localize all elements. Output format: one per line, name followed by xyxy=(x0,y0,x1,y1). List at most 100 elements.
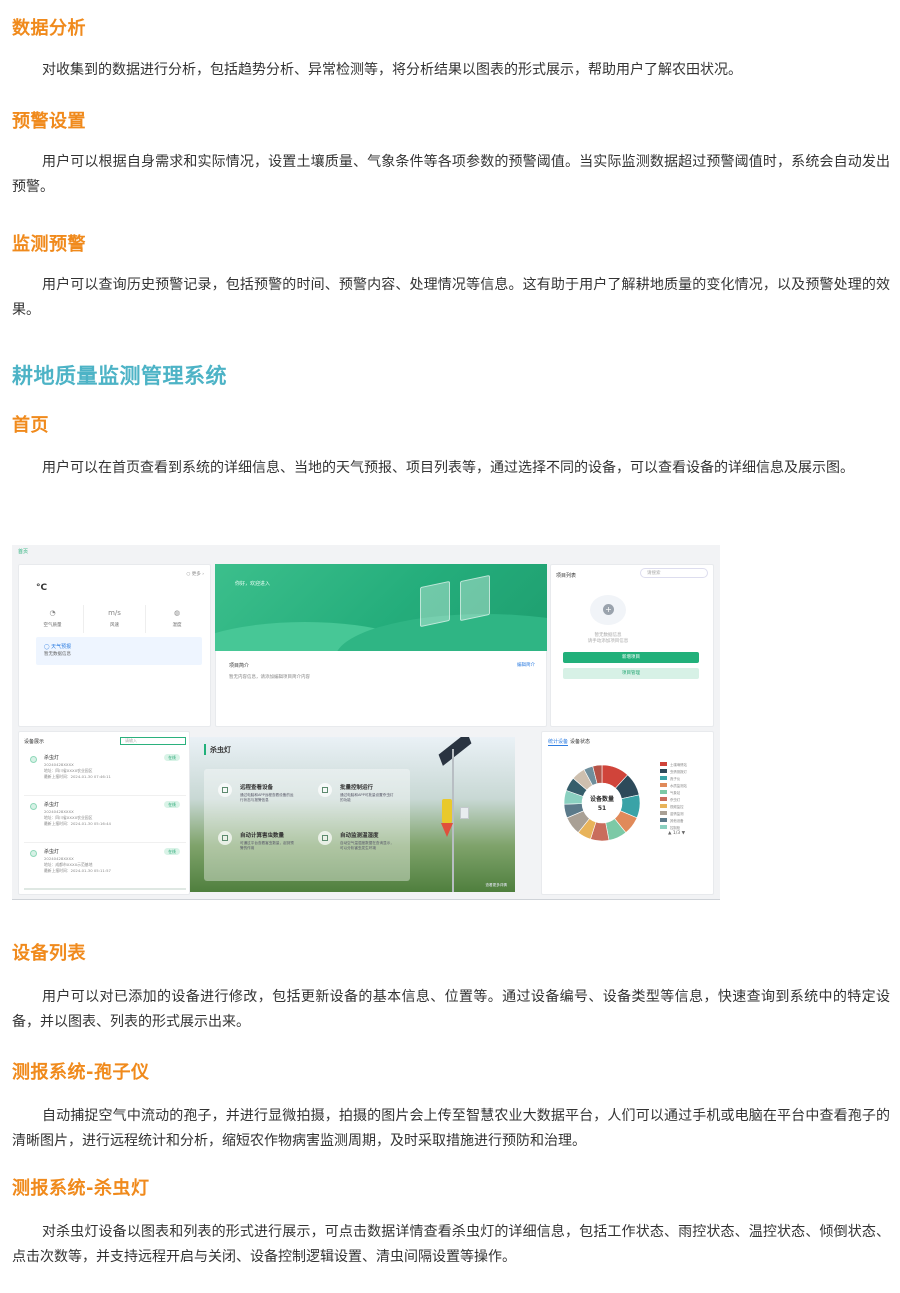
weather-temperature: °C xyxy=(36,583,48,593)
legend-swatch xyxy=(660,776,667,780)
legend-label: 其他设备 xyxy=(670,818,684,823)
thermometer-icon xyxy=(318,831,332,845)
lamp-body-illustration xyxy=(442,799,452,823)
section-text-spore-system: 自动捕捉空气中流动的孢子，并进行显微拍摄，拍摄的图片会上传至智慧农业大数据平台，… xyxy=(12,1108,890,1149)
section-heading-data-analysis: 数据分析 xyxy=(12,18,86,39)
dashboard-screenshot: 首页 °C ○ 更多 › ◔ 空气质量 m/s 风速 ◍ 湿度 ◯ 天气预报 暂… xyxy=(12,545,720,900)
project-intro-heading: 项目简介 xyxy=(229,663,250,669)
legend-swatch xyxy=(660,825,667,829)
section-text-insect-lamp: 对杀虫灯设备以图表和列表的形式进行展示，可点击数据详情查看杀虫灯的详细信息，包括… xyxy=(12,1224,890,1265)
project-intro-edit-link[interactable]: 编辑简介 xyxy=(517,662,535,668)
wind-icon: m/s xyxy=(108,609,121,617)
weather-wind: m/s 风速 xyxy=(84,605,146,633)
tab-device-status[interactable]: 设备状态 xyxy=(570,738,590,745)
section-text-home: 用户可以在首页查看到系统的详细信息、当地的天气预报、项目列表等，通过选择不同的设… xyxy=(42,460,854,476)
lamp-pole-illustration xyxy=(452,749,454,892)
section-text-device-list: 用户可以对已添加的设备进行修改，包括更新设备的基本信息、位置等。通过设备编号、设… xyxy=(12,989,890,1030)
title-accent-bar xyxy=(204,744,206,755)
section-text-alert-settings: 用户可以根据自身需求和实际情况，设置土壤质量、气象条件等各项参数的预警阈值。当实… xyxy=(12,154,890,195)
device-list-item[interactable]: 杀虫灯 20240428XXXX 地址：四川省XXXX农业园区 最新上报时间：2… xyxy=(24,750,186,796)
wind-label: 风速 xyxy=(110,623,119,628)
device-search-input[interactable]: 请输入 xyxy=(120,737,186,745)
solar-panel-illustration xyxy=(438,737,472,766)
list-icon xyxy=(318,783,332,797)
document-illustration-icon xyxy=(460,574,490,622)
legend-swatch xyxy=(660,797,667,801)
legend-label: 控制柜 xyxy=(670,825,681,830)
legend-swatch xyxy=(660,762,667,766)
feature-title: 远程查看设备 xyxy=(240,785,274,791)
section-heading-home: 首页 xyxy=(12,415,49,436)
section-heading-monitoring-alert: 监测预警 xyxy=(12,234,86,255)
device-online-badge: 在线 xyxy=(164,848,180,855)
section-text-monitoring-alert: 用户可以查询历史预警记录，包括预警的时间、预警内容、处理情况等信息。这有助于用户… xyxy=(12,277,890,318)
section-text-data-analysis: 对收集到的数据进行分析，包括趋势分析、异常检测等，将分析结果以图表的形式展示，帮… xyxy=(42,62,742,78)
project-list-title: 项目列表 xyxy=(556,573,577,579)
air-quality-icon: ◔ xyxy=(49,609,56,617)
legend-swatch xyxy=(660,783,667,787)
legend-swatch xyxy=(660,818,667,822)
legend-swatch xyxy=(660,790,667,794)
section-heading-alert-settings: 预警设置 xyxy=(12,111,86,132)
legend-label: 土壤墒情站 xyxy=(670,762,687,767)
device-report-time: 最新上报时间：2024-01-30 05:16:44 xyxy=(44,821,111,826)
weather-air-quality: ◔ 空气质量 xyxy=(22,605,84,633)
section-heading-spore-system: 测报系统-孢子仪 xyxy=(12,1062,150,1083)
document-illustration-icon xyxy=(420,580,450,628)
control-box-illustration xyxy=(460,807,469,819)
feature-title: 自动监测温湿度 xyxy=(340,833,379,839)
device-report-time: 最新上报时间：2024-01-30 05:11:57 xyxy=(44,868,111,873)
insect-lamp-showcase: 杀虫灯 远程查看设备 通过电脑和APP远程查看设备的运行状态与报警信息 批量控制… xyxy=(190,737,515,892)
legend-pager[interactable]: ▲ 1/3 ▼ xyxy=(668,831,685,836)
feature-desc: 可通过平台查看害虫数量，起到预警的作用 xyxy=(240,841,294,850)
counter-icon xyxy=(218,831,232,845)
device-id: 20240428XXXX xyxy=(44,809,74,814)
legend-label: 孢子仪 xyxy=(670,776,681,781)
feature-panel: 远程查看设备 通过电脑和APP远程查看设备的运行状态与报警信息 批量控制运行 通… xyxy=(204,769,410,881)
legend-label: 视频监控 xyxy=(670,804,684,809)
project-intro-empty: 暂无内容信息，请添加编辑项目简介内容 xyxy=(229,675,310,680)
monitor-icon xyxy=(218,783,232,797)
feature-desc: 通过电脑和APP远程查看设备的运行状态与报警信息 xyxy=(240,793,294,802)
insect-lamp-title: 杀虫灯 xyxy=(210,746,231,754)
feature-title: 自动计算害虫数量 xyxy=(240,833,285,839)
legend-label: 气象站 xyxy=(670,790,681,795)
device-list-item[interactable]: 杀虫灯 20240428XXXX 地址：成都市XXXX示范基地 最新上报时间：2… xyxy=(24,844,186,890)
donut-center-value: 51 xyxy=(598,805,606,812)
tab-device-stats[interactable]: 统计设备 xyxy=(548,738,569,746)
device-list-item[interactable]: 杀虫灯 20240428XXXX 地址：四川省XXXX农业园区 最新上报时间：2… xyxy=(24,797,186,843)
breadcrumb[interactable]: 首页 xyxy=(18,548,28,555)
forecast-subtitle: 暂无数据信息 xyxy=(44,652,71,657)
welcome-banner: 你好，欢迎进入 xyxy=(215,564,547,651)
project-list-empty-text: 暂无数据信息 请手动添加项目信息 xyxy=(572,633,644,645)
legend-swatch xyxy=(660,811,667,815)
device-status-icon xyxy=(30,803,37,810)
insect-lamp-footer[interactable]: 查看更多详情 xyxy=(485,883,507,888)
weather-more-link[interactable]: ○ 更多 › xyxy=(186,571,204,577)
device-name: 杀虫灯 xyxy=(44,802,60,808)
donut-center-label: 设备数量 xyxy=(590,795,614,803)
device-report-time: 最新上报时间：2024-01-30 07:46:11 xyxy=(44,774,111,779)
manage-project-button[interactable]: 项目管理 xyxy=(563,668,699,679)
project-list-card xyxy=(550,564,714,727)
device-display-title: 设备展示 xyxy=(24,739,45,745)
device-count-donut-chart: 设备数量 51 xyxy=(563,764,641,842)
legend-label: 虫情测报灯 xyxy=(670,769,687,774)
device-id: 20240428XXXX xyxy=(44,762,74,767)
device-list-scrollbar[interactable] xyxy=(24,888,186,890)
section-heading-device-list: 设备列表 xyxy=(12,943,86,964)
legend-swatch xyxy=(660,769,667,773)
air-quality-label: 空气质量 xyxy=(43,623,62,628)
feature-desc: 自动空气温湿度数据在查询显示，可以分析害虫发生环境 xyxy=(340,841,394,850)
project-search-input[interactable]: 请搜索 xyxy=(640,568,708,578)
banner-title: 你好，欢迎进入 xyxy=(235,581,271,587)
new-project-button[interactable]: 新增项目 xyxy=(563,652,699,663)
weather-forecast-box: ◯ 天气预报 暂无数据信息 xyxy=(36,637,202,665)
section-heading-insect-lamp: 测报系统-杀虫灯 xyxy=(12,1178,150,1199)
feature-title: 批量控制运行 xyxy=(340,785,374,791)
device-status-icon xyxy=(30,756,37,763)
device-status-icon xyxy=(30,850,37,857)
forecast-title: ◯ 天气预报 xyxy=(44,644,72,650)
legend-label: 苗情监测 xyxy=(670,811,684,816)
device-id: 20240428XXXX xyxy=(44,856,74,861)
